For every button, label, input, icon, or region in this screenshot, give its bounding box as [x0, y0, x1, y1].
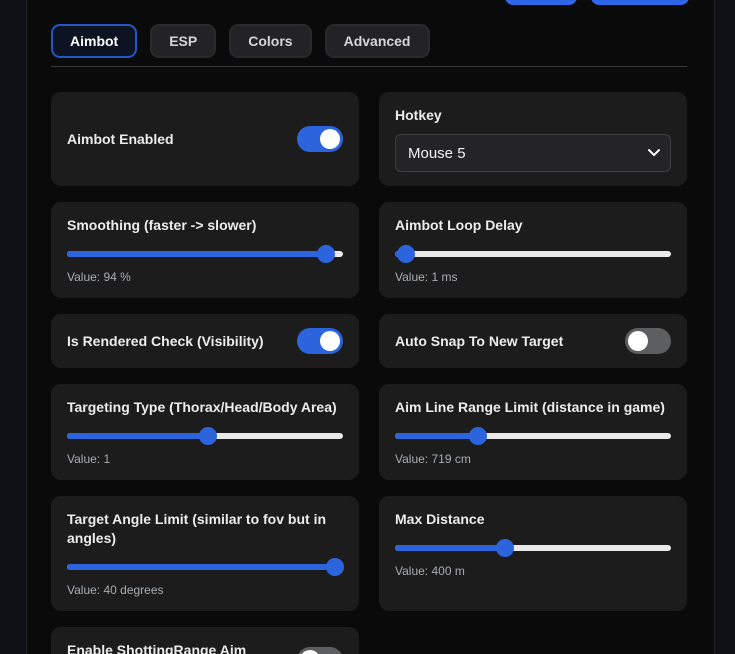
slider-control[interactable]	[395, 427, 671, 445]
slider-fill	[395, 433, 478, 439]
slider-fill	[395, 545, 505, 551]
setting-card: Is Rendered Check (Visibility)	[51, 314, 359, 368]
setting-card: Aim Line Range Limit (distance in game) …	[379, 384, 687, 480]
tab-divider	[51, 66, 687, 67]
slider-fill	[67, 433, 208, 439]
setting-label: Smoothing (faster -> slower)	[67, 217, 256, 233]
slider-control[interactable]	[67, 558, 343, 576]
setting-label: Aim Line Range Limit (distance in game)	[395, 399, 665, 415]
slider-thumb[interactable]	[199, 427, 217, 445]
setting-card: Targeting Type (Thorax/Head/Body Area) V…	[51, 384, 359, 480]
top-action-button-2[interactable]	[591, 0, 689, 5]
setting-card: Auto Snap To New Target	[379, 314, 687, 368]
slider-track[interactable]	[395, 251, 671, 257]
settings-grid: Aimbot Enabled Hotkey Mouse 5 Smoothing …	[51, 92, 687, 654]
setting-label: Target Angle Limit (similar to fov but i…	[67, 511, 326, 546]
setting-card: Smoothing (faster -> slower) Value: 94 %	[51, 202, 359, 298]
slider-value: Value: 1	[67, 452, 343, 466]
setting-card: Target Angle Limit (similar to fov but i…	[51, 496, 359, 611]
slider-thumb[interactable]	[469, 427, 487, 445]
toggle-switch[interactable]	[625, 328, 671, 354]
select-wrapper: Mouse 5	[395, 134, 671, 172]
slider-value: Value: 400 m	[395, 564, 671, 578]
tab-colors[interactable]: Colors	[229, 24, 311, 58]
setting-label: Auto Snap To New Target	[395, 332, 563, 351]
setting-label: Targeting Type (Thorax/Head/Body Area)	[67, 399, 337, 415]
toggle-switch[interactable]	[297, 647, 343, 654]
setting-card: Aimbot Loop Delay Value: 1 ms	[379, 202, 687, 298]
tab-label: ESP	[169, 33, 197, 49]
slider-thumb[interactable]	[326, 558, 344, 576]
setting-card: Max Distance Value: 400 m	[379, 496, 687, 611]
tab-aimbot[interactable]: Aimbot	[51, 24, 137, 58]
slider-control[interactable]	[67, 245, 343, 263]
hotkey-select[interactable]: Mouse 5	[395, 134, 671, 172]
slider-thumb[interactable]	[317, 245, 335, 263]
toggle-knob	[300, 650, 320, 654]
toggle-knob	[320, 129, 340, 149]
slider-control[interactable]	[395, 245, 671, 263]
setting-card: Hotkey Mouse 5	[379, 92, 687, 186]
tab-bar: Aimbot ESP Colors Advanced	[51, 24, 687, 58]
toggle-knob	[320, 331, 340, 351]
tab-esp[interactable]: ESP	[150, 24, 216, 58]
slider-fill	[67, 564, 335, 570]
setting-label: Enable ShottingRange Aim Location Overri…	[67, 641, 285, 654]
toggle-switch[interactable]	[297, 126, 343, 152]
toggle-knob	[628, 331, 648, 351]
setting-label: Max Distance	[395, 511, 484, 527]
slider-fill	[67, 251, 326, 257]
slider-thumb[interactable]	[397, 245, 415, 263]
top-action-button-1[interactable]	[505, 0, 577, 5]
tab-label: Colors	[248, 33, 292, 49]
tab-label: Aimbot	[70, 33, 118, 49]
slider-thumb[interactable]	[496, 539, 514, 557]
slider-value: Value: 1 ms	[395, 270, 671, 284]
slider-control[interactable]	[395, 539, 671, 557]
toggle-switch[interactable]	[297, 328, 343, 354]
slider-value: Value: 40 degrees	[67, 583, 343, 597]
slider-value: Value: 94 %	[67, 270, 343, 284]
settings-panel: Aimbot ESP Colors Advanced Aimbot Enable…	[26, 0, 715, 654]
setting-label: Aimbot Enabled	[67, 130, 174, 149]
setting-label: Is Rendered Check (Visibility)	[67, 332, 264, 351]
setting-card: Enable ShottingRange Aim Location Overri…	[51, 627, 359, 654]
tab-advanced[interactable]: Advanced	[325, 24, 430, 58]
setting-label: Hotkey	[395, 107, 442, 123]
setting-label: Aimbot Loop Delay	[395, 217, 523, 233]
setting-card: Aimbot Enabled	[51, 92, 359, 186]
slider-control[interactable]	[67, 427, 343, 445]
slider-value: Value: 719 cm	[395, 452, 671, 466]
tab-label: Advanced	[344, 33, 411, 49]
